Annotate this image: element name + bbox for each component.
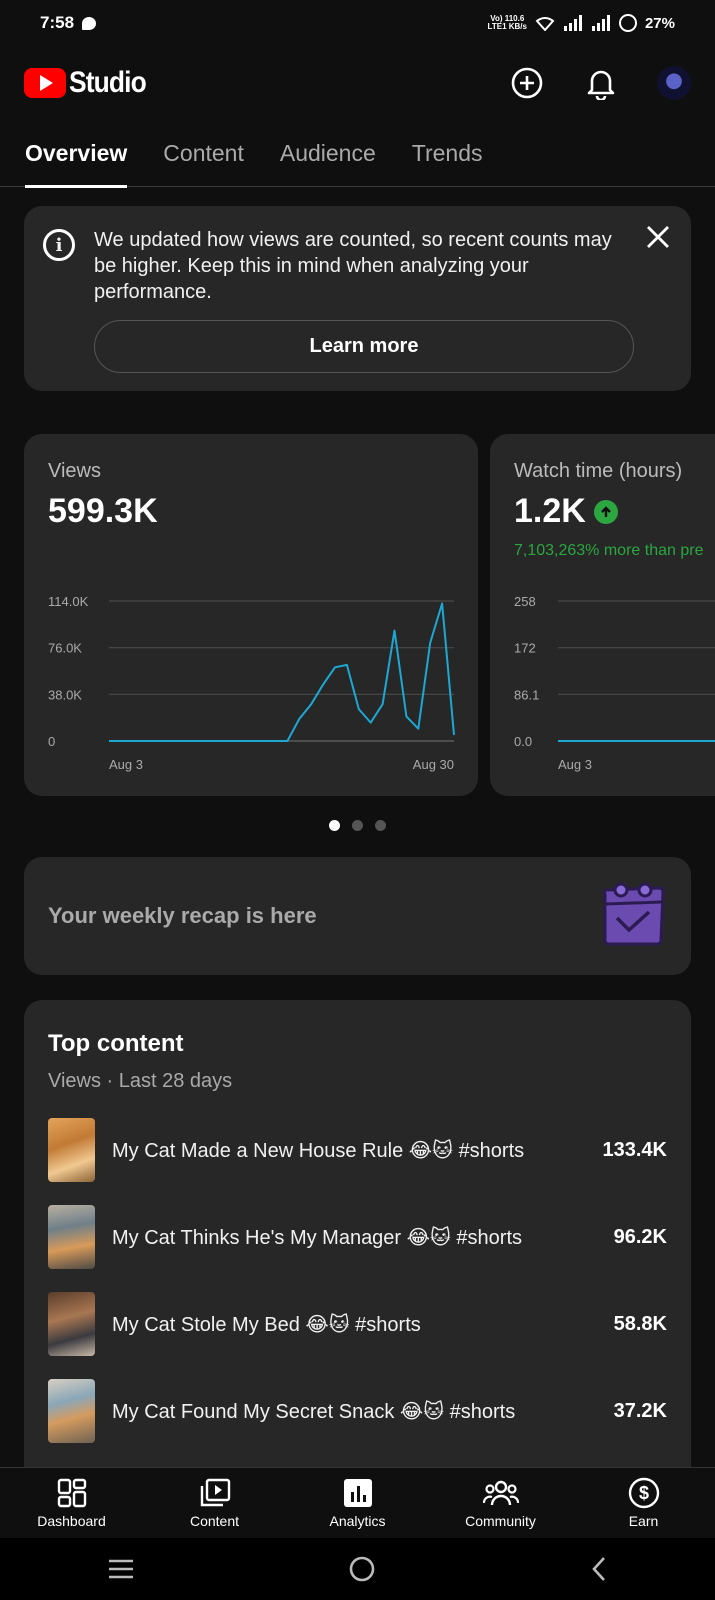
home-icon[interactable] <box>348 1555 376 1583</box>
video-views: 37.2K <box>613 1399 667 1422</box>
carousel-dot-3[interactable] <box>375 820 386 831</box>
nav-dashboard[interactable]: Dashboard <box>0 1468 143 1538</box>
carousel-dot-2[interactable] <box>352 820 363 831</box>
tab-overview[interactable]: Overview <box>25 128 128 188</box>
x-tick-label: Aug 3 <box>558 757 592 772</box>
notifications-button[interactable] <box>583 65 619 101</box>
y-tick-label: 114.0K <box>48 594 89 609</box>
youtube-logo-icon <box>24 68 66 98</box>
info-banner: i We updated how views are counted, so r… <box>24 206 691 391</box>
x-tick-label: Aug 3 <box>109 757 143 772</box>
y-tick-label: 38.0K <box>48 687 82 702</box>
tab-trends[interactable]: Trends <box>412 128 483 187</box>
top-content-subtitle: Views · Last 28 days <box>48 1070 233 1092</box>
account-avatar[interactable] <box>657 66 691 100</box>
y-tick-label: 0 <box>48 734 55 749</box>
status-time: 7:58 <box>40 13 75 32</box>
svg-text:$: $ <box>638 1483 648 1503</box>
nav-earn-label: Earn <box>628 1513 659 1529</box>
status-bar: 7:58 Vo) 110.6 LTE1 KB/s 27% <box>0 0 715 46</box>
app-header: Studio <box>0 58 715 108</box>
views-chart: 0 38.0K 76.0K 114.0K Aug 3 Aug 30 <box>48 594 455 772</box>
video-thumbnail <box>48 1292 95 1356</box>
battery-level: 27% <box>644 14 675 32</box>
network-speed-bottom: LTE1 KB/s <box>487 22 527 31</box>
watch-time-card[interactable]: Watch time (hours) 1.2K 7,103,263% more … <box>490 434 715 796</box>
y-tick-label: 0.0 <box>514 734 532 749</box>
top-content-row[interactable]: My Cat Made a New House Rule 😂🐱 #shorts … <box>48 1118 667 1182</box>
top-content-row[interactable]: My Cat Thinks He's My Manager 😂🐱 #shorts… <box>48 1205 667 1269</box>
bottom-navigation: Dashboard Content Analytics Community $ … <box>0 1467 715 1538</box>
y-tick-label: 86.1 <box>514 687 539 702</box>
message-notification-icon <box>82 16 97 30</box>
system-navigation <box>0 1538 715 1600</box>
status-indicators: Vo) 110.6 LTE1 KB/s 27% <box>488 14 675 32</box>
video-title: My Cat Thinks He's My Manager 😂🐱 #shorts <box>112 1226 523 1249</box>
app-name: Studio <box>69 66 147 99</box>
bell-icon <box>587 70 615 100</box>
create-button[interactable] <box>509 65 545 101</box>
watch-time-chart: 0.0 86.1 172 258 Aug 3 <box>514 594 715 772</box>
signal-icon <box>563 15 582 31</box>
video-title: My Cat Found My Secret Snack 😂🐱 #shorts <box>112 1400 516 1423</box>
tab-bar: Overview Content Audience Trends <box>0 128 715 188</box>
wifi-icon <box>535 17 555 31</box>
video-views: 133.4K <box>602 1138 668 1161</box>
signal-icon-2 <box>591 15 610 31</box>
weekly-recap-card[interactable]: Your weekly recap is here <box>24 857 691 975</box>
top-content-row[interactable]: My Cat Found My Secret Snack 😂🐱 #shorts … <box>48 1379 667 1443</box>
nav-content-label: Content <box>189 1513 240 1529</box>
x-tick-label: Aug 30 <box>413 757 454 772</box>
nav-community[interactable]: Community <box>429 1468 572 1538</box>
add-circle-icon <box>511 67 543 99</box>
y-tick-label: 172 <box>514 641 536 656</box>
series-line <box>109 602 455 742</box>
analytics-icon <box>343 1479 372 1507</box>
y-tick-label: 258 <box>514 594 536 609</box>
battery-icon <box>618 14 637 32</box>
back-icon[interactable] <box>589 1555 609 1583</box>
earn-icon: $ <box>628 1477 659 1509</box>
network-speed: Vo) 110.6 LTE1 KB/s <box>488 15 527 31</box>
nav-dashboard-label: Dashboard <box>37 1513 106 1529</box>
views-card[interactable]: Views 599.3K 0 38.0K 76.0K 114.0K Aug 3 Aug 3… <box>24 434 478 796</box>
video-thumbnail <box>48 1379 95 1443</box>
recent-apps-icon[interactable] <box>106 1557 136 1581</box>
weekly-recap-label: Your weekly recap is here <box>48 903 317 928</box>
video-title: My Cat Made a New House Rule 😂🐱 #shorts <box>112 1139 525 1162</box>
nav-earn[interactable]: $ Earn <box>572 1468 715 1538</box>
calendar-check-icon <box>602 882 665 946</box>
top-content-row[interactable]: My Cat Stole My Bed 😂🐱 #shorts 58.8K <box>48 1292 667 1356</box>
y-tick-label: 76.0K <box>48 641 82 656</box>
carousel-indicator <box>0 820 715 831</box>
info-icon: i <box>43 229 75 261</box>
tab-content[interactable]: Content <box>163 128 244 187</box>
video-thumbnail <box>48 1118 95 1182</box>
learn-more-button[interactable]: Learn more <box>94 320 634 373</box>
banner-message: We updated how views are counted, so rec… <box>94 229 612 303</box>
dashboard-icon <box>57 1478 86 1508</box>
carousel-dot-1[interactable] <box>329 820 340 831</box>
close-banner-button[interactable] <box>643 224 673 254</box>
nav-community-label: Community <box>465 1513 536 1529</box>
video-title: My Cat Stole My Bed 😂🐱 #shorts <box>112 1313 421 1336</box>
nav-content[interactable]: Content <box>143 1468 286 1538</box>
close-icon <box>647 226 669 248</box>
nav-analytics[interactable]: Analytics <box>286 1468 429 1538</box>
top-content-card: Top content Views · Last 28 days My Cat … <box>24 1000 691 1520</box>
content-icon <box>200 1478 230 1507</box>
video-views: 96.2K <box>613 1225 667 1248</box>
video-views: 58.8K <box>613 1312 667 1335</box>
nav-analytics-label: Analytics <box>329 1513 386 1529</box>
top-content-title: Top content <box>48 1030 184 1057</box>
community-icon <box>482 1480 519 1506</box>
tab-audience[interactable]: Audience <box>280 128 376 187</box>
video-thumbnail <box>48 1205 95 1269</box>
